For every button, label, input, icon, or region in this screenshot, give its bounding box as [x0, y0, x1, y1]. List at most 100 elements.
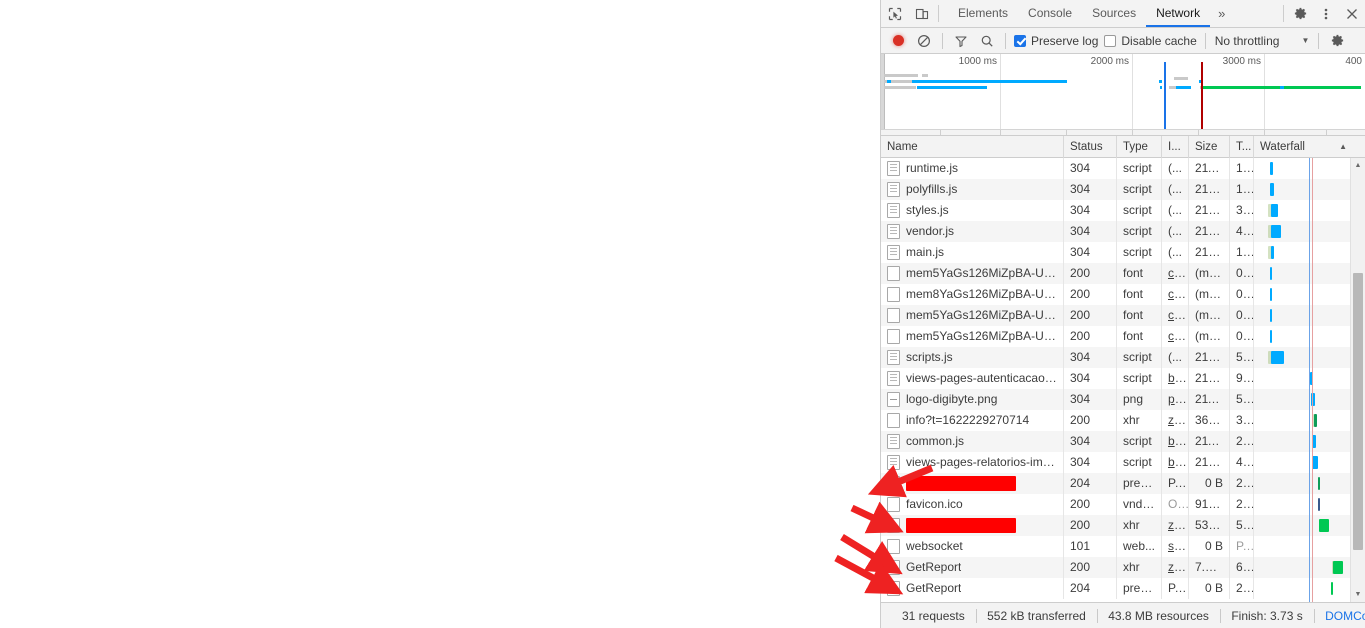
blank-file-icon: [887, 560, 900, 575]
tab-elements[interactable]: Elements: [948, 0, 1018, 27]
cell-type: xhr: [1117, 410, 1162, 431]
cell-size: 213 B: [1189, 452, 1230, 473]
cell-initiator: (...: [1162, 200, 1189, 221]
network-status-bar: 31 requests 552 kB transferred 43.8 MB r…: [881, 602, 1365, 628]
overview-footer-tick: [1326, 130, 1327, 135]
table-row[interactable]: mem5YaGs126MiZpBA-UN7r... 200 font c... (me.…: [881, 326, 1365, 347]
network-overview-timeline[interactable]: 1000 ms 2000 ms 3000 ms 400: [881, 54, 1365, 136]
cell-type: vnd....: [1117, 494, 1162, 515]
waterfall-bar: [1270, 225, 1281, 238]
table-row[interactable]: 204 prefl... P... 0 B 2...: [881, 473, 1365, 494]
inspect-element-icon[interactable]: [881, 0, 908, 27]
overview-bar: [911, 80, 1067, 83]
request-name-label: runtime.js: [906, 161, 959, 175]
column-header-size[interactable]: Size: [1189, 136, 1230, 158]
table-row[interactable]: polyfills.js 304 script (... 212 B 1...: [881, 179, 1365, 200]
waterfall-bar: [1269, 183, 1274, 196]
finish-time: Finish: 3.73 s: [1231, 608, 1303, 623]
waterfall-bar: [1269, 309, 1273, 322]
overview-left-handle[interactable]: [881, 54, 885, 133]
table-row[interactable]: vendor.js 304 script (... 213 B 4...: [881, 221, 1365, 242]
table-row[interactable]: GetReport 200 xhr z... 7.2 kB 6...: [881, 557, 1365, 578]
kebab-menu-icon[interactable]: [1313, 0, 1339, 27]
table-row[interactable]: scripts.js 304 script (... 214 B 5...: [881, 347, 1365, 368]
table-row[interactable]: mem5YaGs126MiZpBA-UNirk... 200fontc...(me…: [881, 305, 1365, 326]
table-row[interactable]: views-pages-relatorios-impre... 304 script…: [881, 452, 1365, 473]
cell-status: 200: [1064, 494, 1117, 515]
table-row[interactable]: main.js 304 script (... 212 B 1...: [881, 242, 1365, 263]
table-row[interactable]: views-pages-autenticacao-au... 304 script b…: [881, 368, 1365, 389]
throttling-value: No throttling: [1214, 33, 1280, 48]
table-row[interactable]: GetReport 204 prefl... P... 0 B 2...: [881, 578, 1365, 599]
tab-sources[interactable]: Sources: [1082, 0, 1146, 27]
table-row[interactable]: styles.js 304 script (... 213 B 3...: [881, 200, 1365, 221]
cell-size: 368 B: [1189, 410, 1230, 431]
disable-cache-checkbox[interactable]: Disable cache: [1101, 34, 1199, 48]
column-header-label: Size: [1195, 140, 1218, 153]
cell-size: 211 B: [1189, 158, 1230, 179]
more-tabs-button[interactable]: »: [1210, 0, 1233, 27]
cell-status: 304: [1064, 158, 1117, 179]
table-row[interactable]: mem8YaGs126MiZpBA-UFVZ... 200fontc...(me.…: [881, 284, 1365, 305]
scroll-down-arrow[interactable]: ▼: [1351, 587, 1365, 602]
table-row[interactable]: runtime.js 304 script (... 211 B 1...: [881, 158, 1365, 179]
preserve-log-checkbox[interactable]: Preserve log: [1011, 34, 1101, 48]
close-icon[interactable]: [1339, 0, 1365, 27]
devtools-panel: Elements Console Sources Network » Prese…: [880, 0, 1365, 628]
table-row[interactable]: 200 xhr z... 539 ... 5...: [881, 515, 1365, 536]
device-toolbar-icon[interactable]: [908, 0, 935, 27]
column-header-type[interactable]: Type: [1117, 136, 1162, 158]
network-settings-gear-icon[interactable]: [1324, 29, 1350, 53]
cell-status: 200: [1064, 410, 1117, 431]
table-row[interactable]: logo-digibyte.png 304 png p... 211 B 5...: [881, 389, 1365, 410]
redacted-request-name: [906, 518, 1016, 533]
scroll-up-arrow[interactable]: ▲: [1351, 158, 1365, 173]
blank-file-icon: [887, 266, 900, 281]
column-header-status[interactable]: Status: [1064, 136, 1117, 158]
column-header-label: I...: [1168, 140, 1181, 153]
cell-status: 200: [1064, 326, 1117, 347]
cell-status: 304: [1064, 221, 1117, 242]
record-button[interactable]: [885, 29, 911, 53]
overview-bar: [916, 86, 987, 89]
scrollbar-thumb[interactable]: [1353, 273, 1363, 550]
waterfall-bar: [1311, 456, 1319, 469]
cell-type: font: [1117, 305, 1162, 326]
column-header-time[interactable]: T...: [1230, 136, 1254, 158]
table-row[interactable]: favicon.ico 200 vnd.... O... 918 B 2...: [881, 494, 1365, 515]
table-row[interactable]: common.js 304 script b... 211 B 2...: [881, 431, 1365, 452]
cell-initiator: c...: [1162, 284, 1189, 305]
cell-time: 5...: [1230, 515, 1254, 536]
vertical-scrollbar[interactable]: ▲ ▼: [1350, 158, 1365, 602]
table-row[interactable]: info?t=1622229270714 200 xhr z... 368 B 3...: [881, 410, 1365, 431]
column-header-label: Type: [1123, 140, 1148, 153]
clear-button[interactable]: [911, 29, 937, 53]
cell-size: 539 ...: [1189, 515, 1230, 536]
column-header-label: Waterfall: [1260, 140, 1305, 153]
cell-type: font: [1117, 263, 1162, 284]
search-button[interactable]: [974, 29, 1000, 53]
tab-console[interactable]: Console: [1018, 0, 1082, 27]
script-file-icon: [887, 161, 900, 176]
cell-status: 200: [1064, 305, 1117, 326]
column-header-waterfall[interactable]: Waterfall ▲: [1254, 136, 1365, 158]
column-header-initiator[interactable]: I...: [1162, 136, 1189, 158]
filter-button[interactable]: [948, 29, 974, 53]
image-file-icon: [887, 392, 900, 407]
cell-time: P...: [1230, 536, 1254, 557]
table-row[interactable]: mem5YaGs126MiZpBA-UN_r... 200 font c... (me.…: [881, 263, 1365, 284]
throttling-dropdown[interactable]: No throttling ▼: [1211, 32, 1314, 50]
overview-footer-ruler: [881, 129, 1365, 135]
cell-status: 304: [1064, 347, 1117, 368]
gear-icon[interactable]: [1287, 0, 1313, 27]
column-header-name[interactable]: Name: [881, 136, 1064, 158]
cell-status: 304: [1064, 431, 1117, 452]
request-name-label: GetReport: [906, 560, 962, 574]
cell-status: 200: [1064, 284, 1117, 305]
script-file-icon: [887, 203, 900, 218]
tab-network[interactable]: Network: [1146, 0, 1211, 27]
table-row[interactable]: websocket 101 web... s... 0 B P...: [881, 536, 1365, 557]
overview-bar: [1159, 86, 1163, 89]
cell-initiator: (...: [1162, 242, 1189, 263]
script-file-icon: [887, 371, 900, 386]
